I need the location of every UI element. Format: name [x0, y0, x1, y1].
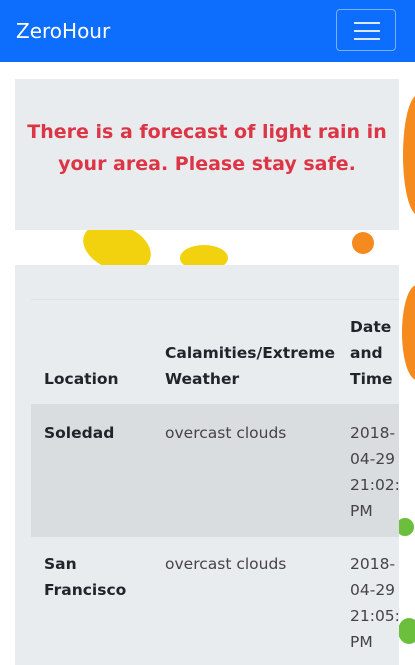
weather-alert-card: There is a forecast of light rain in you…: [15, 79, 399, 230]
background-splash-orange: [402, 285, 415, 380]
column-header-datetime: Date and Time: [350, 318, 393, 388]
row-location: Soledad: [44, 424, 115, 442]
weather-alert-message: There is a forecast of light rain in you…: [27, 121, 387, 175]
row-weather: overcast clouds: [165, 555, 287, 573]
top-navbar: ZeroHour: [0, 0, 415, 62]
row-datetime: 2018- 04-29 21:05:07 PM: [350, 555, 399, 651]
navbar-toggle-button[interactable]: [336, 9, 396, 51]
row-location: San Francisco: [44, 555, 127, 599]
calamity-table-card: Location Calamities/Extreme Weather Date…: [15, 265, 399, 665]
column-header-calamities: Calamities/Extreme Weather: [165, 344, 336, 388]
background-splash-green: [398, 618, 415, 644]
row-datetime: 2018- 04-29 21:02:20 PM: [350, 424, 399, 520]
brand-link[interactable]: ZeroHour: [16, 18, 110, 44]
column-header-location: Location: [44, 370, 119, 388]
background-splash-orange: [352, 232, 374, 254]
table-top-border: [31, 299, 399, 300]
background-splash-orange: [403, 95, 415, 215]
row-weather: overcast clouds: [165, 424, 287, 442]
